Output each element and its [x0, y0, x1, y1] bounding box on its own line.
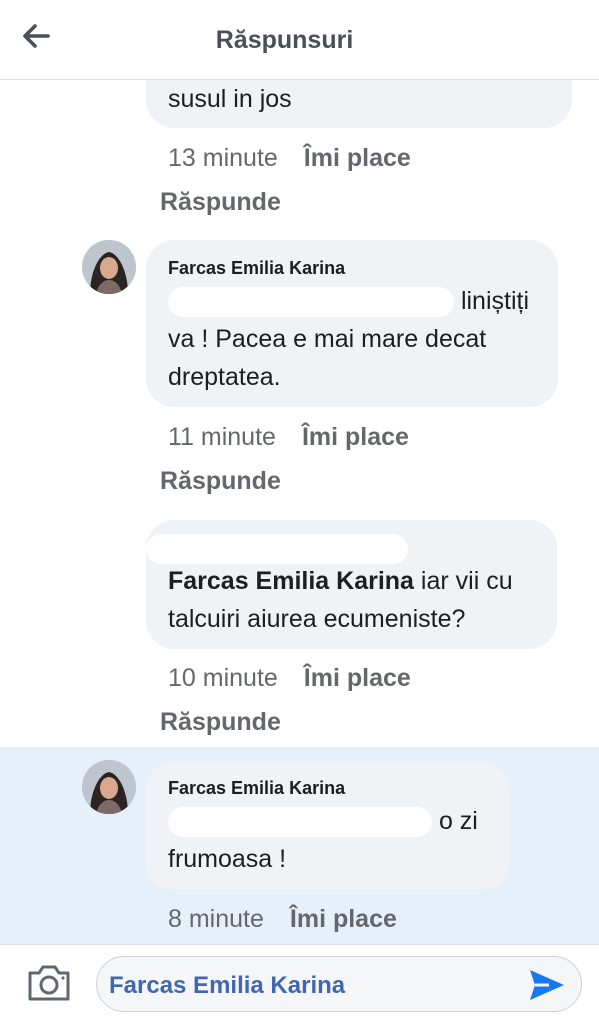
avatar[interactable] [82, 240, 136, 294]
reply-button[interactable]: Răspunde [160, 188, 281, 217]
comment-time: 10 minute [168, 664, 278, 692]
like-button[interactable]: Îmi place [304, 664, 411, 692]
send-icon [530, 970, 564, 1000]
comment-text-line2: frumoasa ! [168, 845, 287, 873]
top-bar: Răspunsuri [0, 0, 599, 80]
comment-meta: 8 minute Îmi place [168, 905, 397, 934]
reply-button[interactable]: Răspunde [160, 467, 281, 496]
comment-text-line2: talcuiri aiurea ecumeniste? [168, 605, 466, 633]
comment-text: liniștiți va ! Pacea e mai mare decat dr… [168, 282, 529, 396]
comment-bubble: Farcas Emilia Karina o zi frumoasa ! [146, 762, 509, 890]
camera-button[interactable] [26, 963, 72, 1003]
comment-text-line3: dreptatea. [168, 363, 281, 391]
comment-text-line1: iar vii cu [413, 567, 513, 595]
reply-input-text: Farcas Emilia Karina [109, 972, 346, 999]
comment-text-line2: va ! Pacea e mai mare decat [168, 325, 487, 353]
comment-time: 8 minute [168, 905, 264, 933]
redacted-text [168, 807, 432, 838]
camera-icon [28, 965, 70, 1001]
reply-input[interactable]: Farcas Emilia Karina [96, 956, 582, 1012]
comment-bubble: Farcas Emilia Karina iar vii cu talcuiri… [146, 520, 557, 649]
comment-text: Farcas Emilia Karina iar vii cu talcuiri… [168, 562, 513, 638]
redacted-text [168, 287, 454, 318]
avatar[interactable] [82, 760, 136, 814]
comment-meta: 13 minute Îmi place [168, 144, 411, 173]
comment-text-line1: liniștiți [460, 287, 530, 315]
page-title: Răspunsuri [215, 26, 354, 54]
send-button[interactable] [527, 966, 567, 1004]
reply-composer: Farcas Emilia Karina [0, 944, 599, 1023]
comment-meta: 10 minute Îmi place [168, 664, 411, 693]
comment-author[interactable]: Farcas Emilia Karina [168, 778, 345, 799]
mention-link[interactable]: Farcas Emilia Karina [168, 567, 414, 595]
reply-button[interactable]: Răspunde [160, 708, 281, 737]
comment-time: 11 minute [168, 423, 276, 451]
like-button[interactable]: Îmi place [290, 905, 397, 933]
like-button[interactable]: Îmi place [304, 144, 411, 172]
comment-text-line1: o zi [438, 807, 478, 835]
comment-text: susul in jos [168, 85, 292, 113]
comment-bubble: Farcas Emilia Karina liniștiți va ! Pace… [146, 240, 558, 407]
comment-meta: 11 minute Îmi place [168, 423, 409, 452]
comment-text: o zi frumoasa ! [168, 802, 478, 878]
comment-author[interactable]: Farcas Emilia Karina [168, 258, 345, 279]
comment-bubble: susul in jos [146, 80, 572, 128]
replies-list[interactable]: susul in jos 13 minute Îmi place Răspunde… [0, 80, 599, 944]
like-button[interactable]: Îmi place [302, 423, 409, 451]
redacted-author [146, 534, 408, 564]
user-photo-icon [82, 760, 136, 814]
user-photo-icon [82, 240, 136, 294]
comment-time: 13 minute [168, 144, 278, 172]
